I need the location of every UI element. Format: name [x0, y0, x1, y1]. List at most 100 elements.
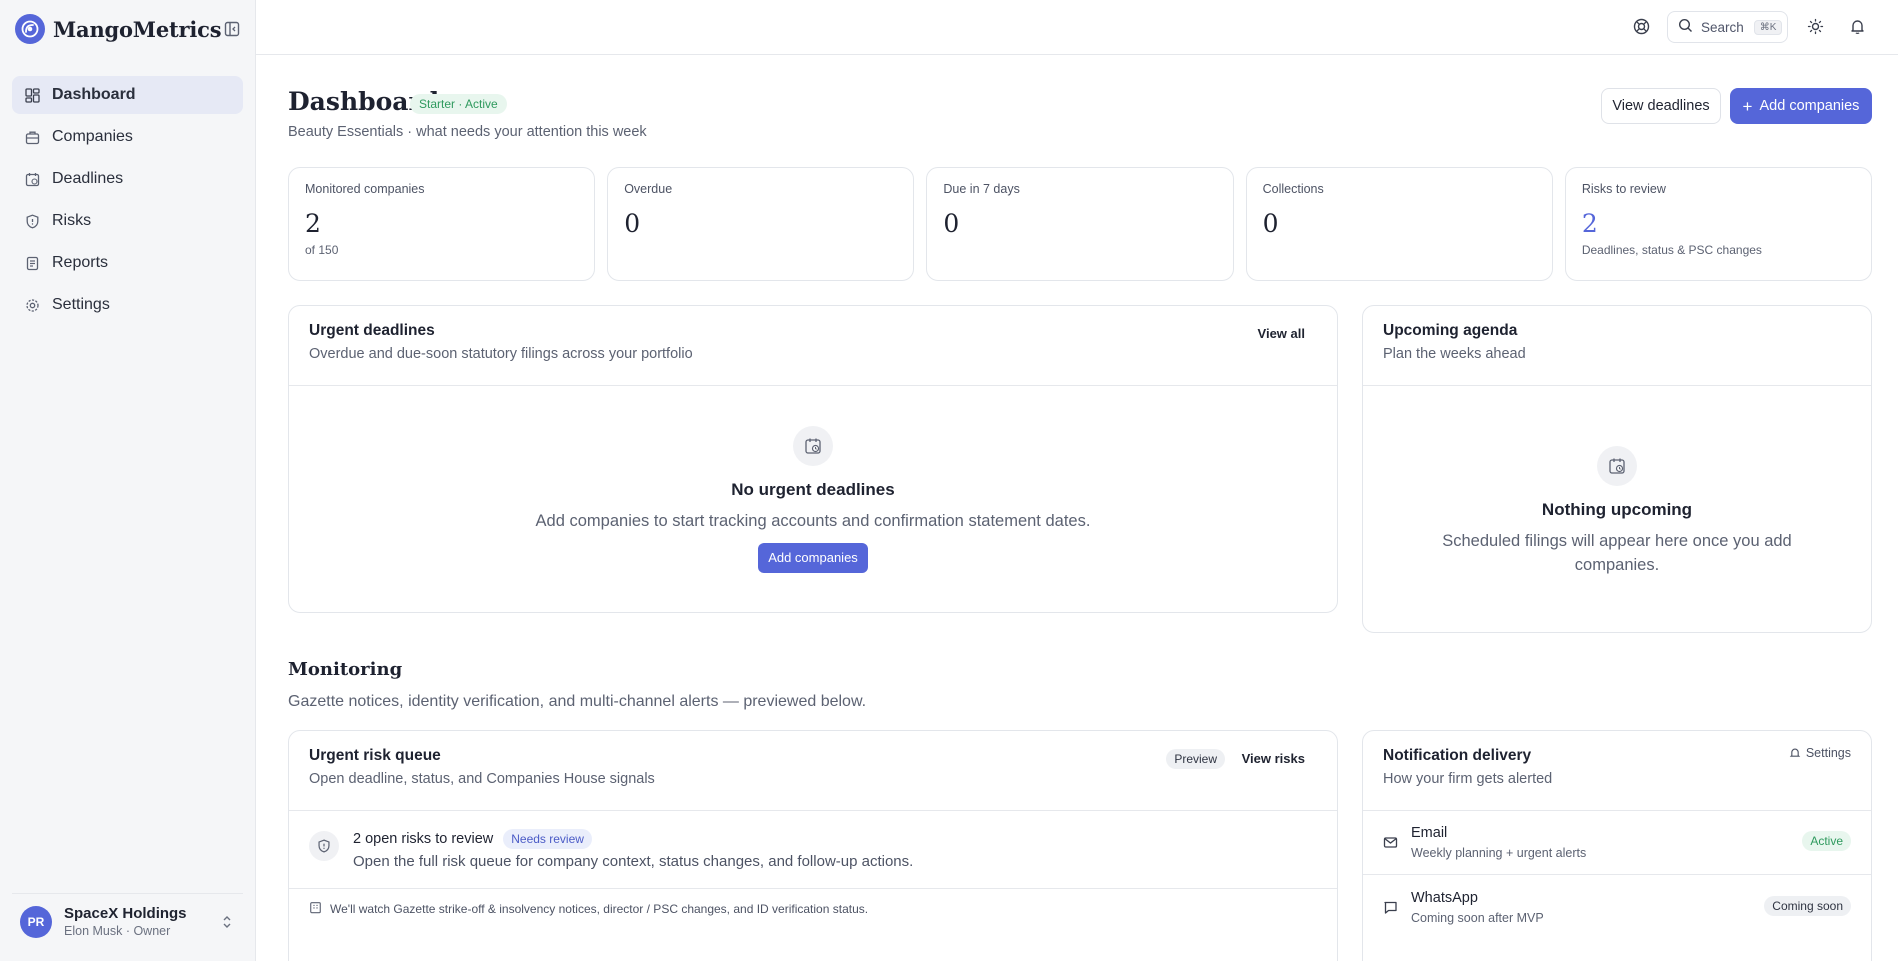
brand[interactable]: MangoMetrics: [15, 14, 241, 44]
sidebar-item-label: Reports: [52, 254, 109, 271]
card-subtitle: Plan the weeks ahead: [1383, 346, 1526, 362]
status-badge: Active: [1802, 831, 1851, 851]
stat-label: Monitored companies: [305, 182, 425, 196]
report-icon: [24, 255, 40, 271]
page-subtitle: Beauty Essentials · what needs your atte…: [288, 124, 647, 140]
shield-icon: [309, 831, 339, 861]
stat-sub: of 150: [305, 243, 339, 257]
stat-label: Risks to review: [1581, 182, 1666, 196]
building-icon: [24, 129, 40, 145]
stat-card-monitored[interactable]: Monitored companies 2 of 150: [288, 167, 596, 281]
risk-row-title: 2 open risks to review: [353, 831, 494, 847]
stat-sub: Deadlines, status & PSC changes: [1581, 243, 1762, 257]
view-all-button[interactable]: View all: [1258, 326, 1305, 341]
sidebar-item-risks[interactable]: Risks: [12, 202, 243, 240]
search-icon: [1678, 18, 1693, 36]
stat-label: Due in 7 days: [943, 182, 1020, 196]
help-icon[interactable]: [1631, 16, 1651, 36]
empty-text: Scheduled filings will appear here once …: [1442, 532, 1792, 574]
card-title: Notification delivery: [1383, 747, 1532, 764]
stat-value: 0: [1262, 209, 1279, 238]
status-badge: Needs review: [503, 829, 592, 849]
urgent-deadlines-card: Urgent deadlines Overdue and due-soon st…: [288, 305, 1338, 613]
empty-title: No urgent deadlines: [731, 480, 895, 499]
channel-name: Email: [1411, 825, 1448, 841]
status-badge: Coming soon: [1764, 896, 1851, 916]
plan-badge: Starter · Active: [410, 94, 507, 114]
account-subtitle: Elon Musk · Owner: [64, 924, 171, 938]
sidebar-item-label: Dashboard: [52, 86, 136, 103]
building-icon: [309, 901, 322, 917]
upcoming-agenda-card: Upcoming agenda Plan the weeks ahead Not…: [1362, 305, 1872, 633]
bell-icon[interactable]: [1847, 16, 1867, 36]
notification-settings-button[interactable]: Settings: [1789, 746, 1851, 760]
section-title: Monitoring: [288, 659, 403, 680]
stats-row: Monitored companies 2 of 150 Overdue 0 D…: [288, 167, 1873, 281]
empty-text: Add companies to start tracking accounts…: [535, 512, 1091, 530]
card-subtitle: Overdue and due-soon statutory filings a…: [309, 346, 693, 362]
stat-label: Overdue: [624, 182, 673, 196]
calendar-clock-icon: [24, 171, 40, 187]
search-button[interactable]: Search ⌘K: [1667, 11, 1788, 43]
empty-state: No urgent deadlines Add companies to sta…: [289, 426, 1337, 573]
sidebar-item-deadlines[interactable]: Deadlines: [12, 160, 243, 198]
card-title: Upcoming agenda: [1383, 322, 1518, 339]
stat-card-risks[interactable]: Risks to review 2 Deadlines, status & PS…: [1564, 167, 1873, 281]
stat-card-due-soon[interactable]: Due in 7 days 0: [926, 167, 1234, 281]
account-name: SpaceX Holdings: [64, 905, 187, 922]
search-shortcut: ⌘K: [1753, 19, 1783, 35]
calendar-clock-icon: [793, 426, 833, 466]
settings-label: Settings: [1805, 746, 1851, 760]
list-item[interactable]: 2 open risks to review Needs review Open…: [289, 811, 1337, 889]
top-bar: Search ⌘K: [256, 0, 1898, 55]
channel-description: Weekly planning + urgent alerts: [1411, 846, 1587, 860]
risk-footer: We'll watch Gazette strike-off & insolve…: [309, 901, 868, 917]
account-switcher[interactable]: PR SpaceX Holdings Elon Musk · Owner: [12, 893, 243, 949]
card-title: Urgent deadlines: [309, 322, 435, 339]
bell-icon: [1789, 747, 1801, 759]
sidebar-collapse-icon[interactable]: [223, 20, 241, 38]
add-companies-label: Add companies: [1759, 98, 1860, 114]
chat-icon: [1383, 900, 1398, 919]
sidebar-item-dashboard[interactable]: Dashboard: [12, 76, 243, 114]
calendar-clock-icon: [1597, 446, 1637, 486]
sidebar-item-reports[interactable]: Reports: [12, 244, 243, 282]
chevron-up-down-icon: [221, 914, 233, 934]
channel-name: WhatsApp: [1411, 890, 1478, 906]
main-content: Dashboard Starter · Active Beauty Essent…: [256, 56, 1898, 961]
preview-badge: Preview: [1166, 749, 1225, 769]
theme-toggle-icon[interactable]: [1805, 16, 1825, 36]
plus-icon: +: [1742, 96, 1753, 116]
empty-state: Nothing upcoming Scheduled filings will …: [1363, 446, 1871, 577]
logo-icon: [15, 14, 45, 44]
stat-value: 2: [305, 209, 321, 238]
section-subtitle: Gazette notices, identity verification, …: [288, 693, 867, 710]
risk-footer-text: We'll watch Gazette strike-off & insolve…: [330, 902, 869, 916]
stat-card-overdue[interactable]: Overdue 0: [607, 167, 915, 281]
view-risks-button[interactable]: View risks: [1242, 751, 1305, 766]
app-name: MangoMetrics: [53, 16, 222, 42]
empty-title: Nothing upcoming: [1541, 500, 1693, 519]
sidebar-item-label: Companies: [52, 128, 133, 145]
stat-value: 0: [624, 209, 641, 238]
avatar: PR: [20, 905, 52, 938]
risk-row-description: Open the full risk queue for company con…: [353, 853, 914, 870]
sidebar-nav: Dashboard Companies Deadlines Risks Repo…: [12, 76, 243, 328]
stat-label: Collections: [1262, 182, 1324, 196]
gear-icon: [24, 297, 40, 313]
stat-card-collections[interactable]: Collections 0: [1245, 167, 1553, 281]
stat-value: 0: [943, 209, 960, 238]
sidebar-item-settings[interactable]: Settings: [12, 286, 243, 324]
sidebar-item-label: Deadlines: [52, 170, 124, 187]
add-companies-button[interactable]: Add companies: [758, 543, 868, 573]
sidebar-item-companies[interactable]: Companies: [12, 118, 243, 156]
stat-value: 2: [1581, 209, 1598, 238]
list-item[interactable]: WhatsApp Coming soon after MVP Coming so…: [1363, 876, 1871, 940]
shield-icon: [24, 213, 40, 229]
channel-description: Coming soon after MVP: [1411, 911, 1544, 925]
mail-icon: [1383, 835, 1398, 854]
notification-delivery-card: Notification delivery How your firm gets…: [1362, 730, 1872, 961]
list-item[interactable]: Email Weekly planning + urgent alerts Ac…: [1363, 811, 1871, 875]
add-companies-button[interactable]: + Add companies: [1730, 88, 1872, 124]
view-deadlines-button[interactable]: View deadlines: [1601, 88, 1721, 124]
